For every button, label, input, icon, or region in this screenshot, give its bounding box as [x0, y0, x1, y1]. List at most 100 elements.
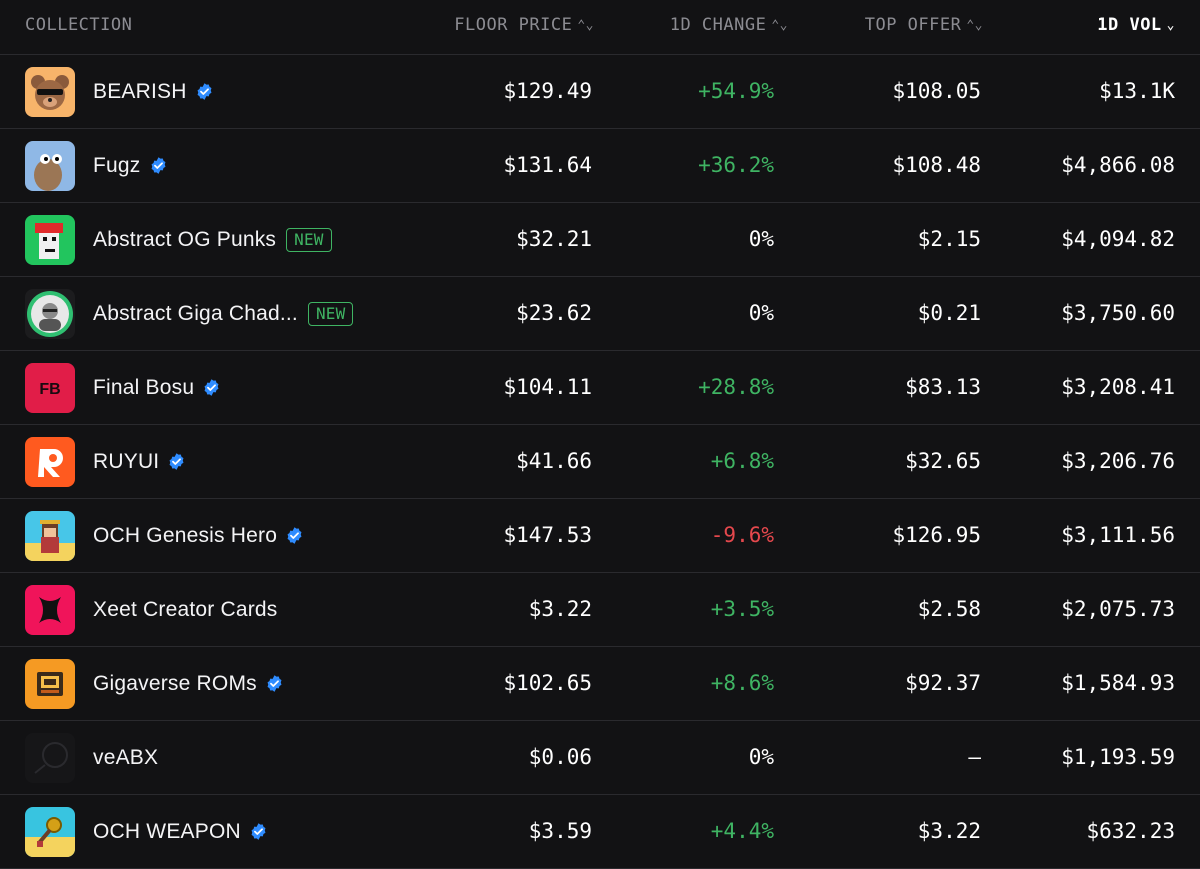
change-1d-cell: +8.6% [710, 671, 774, 695]
vol-1d-cell: $3,206.76 [1061, 449, 1175, 473]
collection-name: RUYUI [93, 449, 160, 473]
change-header-label: 1D CHANGE [669, 15, 767, 35]
collection-name-cell[interactable]: Abstract Giga Chad... NEW [93, 277, 354, 350]
table-row[interactable]: FB Final Bosu $104.11 +28.8% $83.13 $3,208.41 [0, 351, 1200, 425]
sort-toggle-icon: ⌃⌄ [771, 18, 788, 33]
vol-1d-cell: $632.23 [1086, 819, 1175, 843]
floor-price-cell: $41.66 [516, 449, 592, 473]
top-offer-cell: $32.65 [905, 449, 981, 473]
collection-name: Abstract Giga Chad... [93, 301, 298, 325]
floor-price-cell: $3.59 [528, 819, 592, 843]
top-offer-cell: $2.58 [917, 597, 981, 621]
fugz-avatar-icon [25, 141, 75, 191]
top-offer-cell: $126.95 [892, 523, 981, 547]
vol-1d-cell: $1,584.93 [1061, 671, 1175, 695]
table-row[interactable]: OCH Genesis Hero $147.53 -9.6% $126.95 $3,11… [0, 499, 1200, 573]
verified-badge-icon [265, 674, 284, 693]
collection-header-label: COLLECTION [25, 15, 133, 35]
top-offer-cell: – [968, 745, 981, 769]
change-1d-cell: +36.2% [698, 153, 774, 177]
floor-price-header-label: FLOOR PRICE [454, 15, 573, 35]
weapon-avatar-icon [25, 807, 75, 857]
new-badge: NEW [307, 301, 354, 326]
collection-name-cell[interactable]: OCH Genesis Hero [93, 499, 304, 572]
bear-avatar-icon [25, 67, 75, 117]
collections-table: COLLECTION FLOOR PRICE ⌃⌄ 1D CHANGE ⌃⌄ TOP… [0, 0, 1200, 869]
vol-1d-cell: $13.1K [1099, 79, 1175, 103]
verified-badge-icon [249, 822, 268, 841]
floor-price-cell: $0.06 [528, 745, 592, 769]
verified-badge-icon [149, 156, 168, 175]
change-1d-cell: 0% [748, 745, 774, 769]
svg-text:FB: FB [39, 381, 60, 398]
column-header-1d-change[interactable]: 1D CHANGE ⌃⌄ [670, 0, 788, 54]
floor-price-cell: $147.53 [503, 523, 592, 547]
fb-logo-icon: FB [25, 363, 75, 413]
change-1d-cell: +28.8% [698, 375, 774, 399]
column-header-1d-vol[interactable]: 1D VOL ⌄ [1097, 0, 1175, 54]
top-offer-cell: $0.21 [917, 301, 981, 325]
table-row[interactable]: BEARISH $129.49 +54.9% $108.05 $13.1K [0, 55, 1200, 129]
sort-desc-icon: ⌄ [1166, 18, 1175, 33]
floor-price-cell: $3.22 [528, 597, 592, 621]
top-offer-cell: $92.37 [905, 671, 981, 695]
collection-name-cell[interactable]: Gigaverse ROMs [93, 647, 284, 720]
verified-badge-icon [167, 452, 186, 471]
change-1d-cell: 0% [748, 227, 774, 251]
floor-price-cell: $32.21 [516, 227, 592, 251]
rom-chip-icon [25, 659, 75, 709]
collection-name: Abstract OG Punks [93, 227, 277, 251]
collection-name-cell[interactable]: Abstract OG Punks NEW [93, 203, 332, 276]
change-1d-cell: -9.6% [710, 523, 774, 547]
top-offer-cell: $83.13 [905, 375, 981, 399]
collection-name-cell[interactable]: Fugz [93, 129, 168, 202]
collection-name: veABX [93, 745, 159, 769]
change-1d-cell: +3.5% [710, 597, 774, 621]
collection-name-cell[interactable]: RUYUI [93, 425, 186, 498]
chad-avatar-icon [25, 289, 75, 339]
verified-badge-icon [285, 526, 304, 545]
table-row[interactable]: RUYUI $41.66 +6.8% $32.65 $3,206.76 [0, 425, 1200, 499]
table-row[interactable]: veABX $0.06 0% – $1,193.59 [0, 721, 1200, 795]
table-row[interactable]: OCH WEAPON $3.59 +4.4% $3.22 $632.23 [0, 795, 1200, 869]
collection-name-cell[interactable]: BEARISH [93, 55, 214, 128]
collection-name-cell[interactable]: OCH WEAPON [93, 795, 268, 868]
verified-badge-icon [202, 378, 221, 397]
collection-name: Xeet Creator Cards [93, 597, 278, 621]
top-offer-cell: $108.48 [892, 153, 981, 177]
table-row[interactable]: Abstract OG Punks NEW $32.21 0% $2.15 $4,094.… [0, 203, 1200, 277]
table-row[interactable]: Fugz $131.64 +36.2% $108.48 $4,866.08 [0, 129, 1200, 203]
veabx-logo-icon [25, 733, 75, 783]
collection-name-cell[interactable]: Xeet Creator Cards [93, 573, 278, 646]
sort-toggle-icon: ⌃⌄ [577, 18, 594, 33]
column-header-floor-price[interactable]: FLOOR PRICE ⌃⌄ [454, 0, 594, 54]
table-body: BEARISH $129.49 +54.9% $108.05 $13.1K Fugz $13… [0, 55, 1200, 869]
table-header: COLLECTION FLOOR PRICE ⌃⌄ 1D CHANGE ⌃⌄ TOP… [0, 0, 1200, 55]
vol-1d-cell: $3,750.60 [1061, 301, 1175, 325]
vol-1d-cell: $2,075.73 [1061, 597, 1175, 621]
xeet-logo-icon [25, 585, 75, 635]
column-header-collection: COLLECTION [25, 0, 132, 54]
change-1d-cell: +6.8% [710, 449, 774, 473]
table-row[interactable]: Xeet Creator Cards $3.22 +3.5% $2.58 $2,075.… [0, 573, 1200, 647]
collection-name: OCH WEAPON [93, 819, 241, 843]
column-header-top-offer[interactable]: TOP OFFER ⌃⌄ [865, 0, 983, 54]
vol-1d-cell: $4,866.08 [1061, 153, 1175, 177]
change-1d-cell: +54.9% [698, 79, 774, 103]
punk-avatar-icon [25, 215, 75, 265]
table-row[interactable]: Gigaverse ROMs $102.65 +8.6% $92.37 $1,584.9… [0, 647, 1200, 721]
floor-price-cell: $104.11 [503, 375, 592, 399]
collection-name: Gigaverse ROMs [93, 671, 257, 695]
table-row[interactable]: Abstract Giga Chad... NEW $23.62 0% $0.21 $3,… [0, 277, 1200, 351]
change-1d-cell: 0% [748, 301, 774, 325]
collection-name: Final Bosu [93, 375, 195, 399]
top-offer-cell: $108.05 [892, 79, 981, 103]
vol-header-label: 1D VOL [1097, 15, 1162, 35]
hero-avatar-icon [25, 511, 75, 561]
collection-name: BEARISH [93, 79, 187, 103]
ruyui-logo-icon [25, 437, 75, 487]
vol-1d-cell: $3,111.56 [1061, 523, 1175, 547]
collection-name-cell[interactable]: Final Bosu [93, 351, 221, 424]
collection-name: OCH Genesis Hero [93, 523, 278, 547]
collection-name-cell[interactable]: veABX [93, 721, 158, 794]
